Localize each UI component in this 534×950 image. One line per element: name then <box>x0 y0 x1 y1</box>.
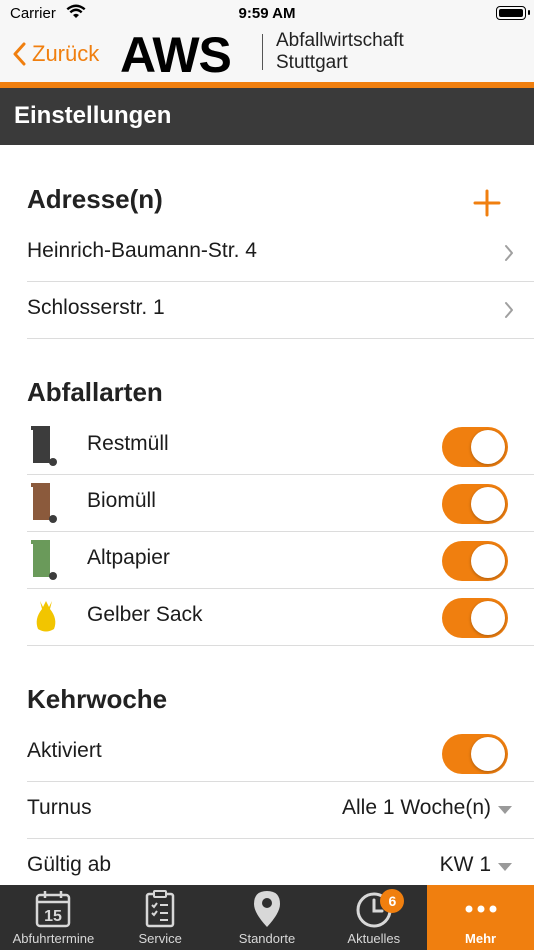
map-pin-icon <box>253 891 280 927</box>
turnus-row[interactable]: Turnus Alle 1 Woche(n) <box>27 782 534 839</box>
waste-types-heading: Abfallarten <box>27 377 163 407</box>
biomuell-bin-icon <box>31 483 57 523</box>
logo-subtitle-line1: Abfallwirtschaft <box>276 30 404 51</box>
caret-down-icon <box>498 806 512 814</box>
tab-label: Mehr <box>465 931 497 946</box>
waste-type-row: Biomüll <box>27 475 534 532</box>
calendar-icon-day: 15 <box>44 908 62 925</box>
address-row[interactable]: Heinrich-Baumann-Str. 4 <box>27 225 534 282</box>
waste-type-label: Restmüll <box>87 432 169 455</box>
logo-divider <box>262 34 263 70</box>
tab-label: Aktuelles <box>347 931 401 946</box>
address-row[interactable]: Schlosserstr. 1 <box>27 282 534 339</box>
altpapier-bin-icon <box>31 540 57 580</box>
tab-label: Abfuhrtermine <box>12 931 95 946</box>
status-bar: Carrier 9:59 AM <box>0 0 534 28</box>
tab-aktuelles[interactable]: 6 Aktuelles <box>320 885 427 950</box>
restmuell-bin-icon <box>31 426 57 466</box>
kehrwoche-activated-label: Aktiviert <box>27 739 102 762</box>
chevron-right-icon <box>505 245 513 261</box>
restmuell-toggle[interactable] <box>442 427 508 467</box>
biomuell-toggle[interactable] <box>442 484 508 524</box>
notification-badge: 6 <box>380 889 405 913</box>
calendar-icon: 15 <box>36 891 71 928</box>
aws-logo: AWS <box>120 27 232 83</box>
tab-label: Service <box>138 931 182 946</box>
gelber-sack-toggle[interactable] <box>442 598 508 638</box>
nav-header: Zurück AWS Abfallwirtschaft Stuttgart <box>0 27 534 83</box>
waste-type-row: Altpapier <box>27 532 534 589</box>
tab-standorte[interactable]: Standorte <box>214 885 321 950</box>
waste-type-label: Altpapier <box>87 546 170 569</box>
logo-subtitle-line2: Stuttgart <box>276 52 348 73</box>
address-label: Schlosserstr. 1 <box>27 296 165 319</box>
back-button-label: Zurück <box>32 41 100 66</box>
kehrwoche-activated-row: Aktiviert <box>27 725 534 782</box>
waste-type-label: Biomüll <box>87 489 156 512</box>
kehrwoche-heading: Kehrwoche <box>27 684 168 714</box>
turnus-label: Turnus <box>27 796 92 819</box>
chevron-right-icon <box>505 302 513 318</box>
tab-bar: 15 Abfuhrtermine Service Standorte 6 Akt… <box>0 885 534 950</box>
tab-mehr[interactable]: Mehr <box>427 885 534 950</box>
tab-service[interactable]: Service <box>107 885 214 950</box>
turnus-value[interactable]: Alle 1 Woche(n) <box>342 796 491 820</box>
waste-type-label: Gelber Sack <box>87 603 203 626</box>
waste-type-row: Gelber Sack <box>27 589 534 646</box>
clipboard-icon <box>145 890 175 928</box>
page-title: Einstellungen <box>14 102 172 129</box>
kehrwoche-toggle[interactable] <box>442 734 508 774</box>
battery-icon <box>496 6 530 20</box>
chevron-left-icon <box>13 42 26 66</box>
tab-label: Standorte <box>238 931 296 946</box>
altpapier-toggle[interactable] <box>442 541 508 581</box>
status-time: 9:59 AM <box>238 5 296 22</box>
tab-abfuhrtermine[interactable]: 15 Abfuhrtermine <box>0 885 107 950</box>
more-dots-icon <box>465 905 497 913</box>
caret-down-icon <box>498 863 512 871</box>
title-bar: Einstellungen <box>0 88 534 145</box>
add-address-button[interactable] <box>470 186 504 220</box>
address-label: Heinrich-Baumann-Str. 4 <box>27 239 257 262</box>
valid-from-value[interactable]: KW 1 <box>440 853 491 877</box>
gelber-sack-icon <box>36 601 56 632</box>
addresses-heading: Adresse(n) <box>27 184 163 214</box>
waste-type-row: Restmüll <box>27 418 534 475</box>
back-button[interactable]: Zurück <box>12 38 99 70</box>
valid-from-label: Gültig ab <box>27 853 112 876</box>
